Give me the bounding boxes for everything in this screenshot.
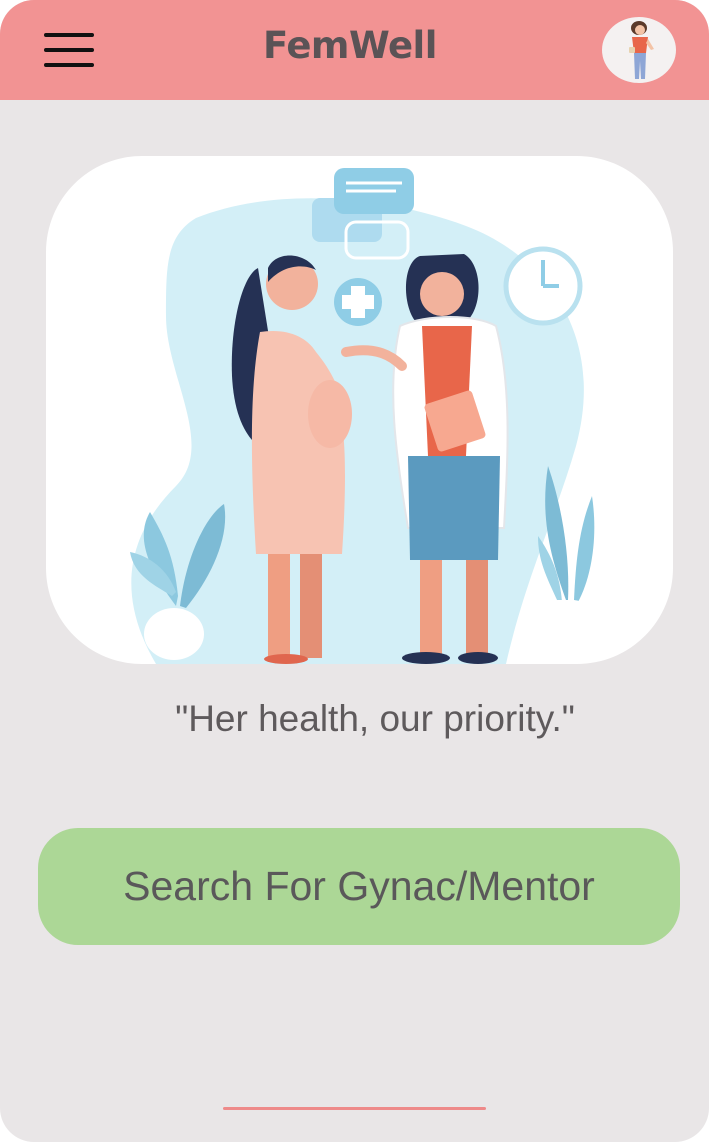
hamburger-menu-icon[interactable] bbox=[44, 30, 96, 70]
tagline-text: "Her health, our priority." bbox=[175, 698, 575, 739]
hero-illustration bbox=[46, 156, 673, 664]
home-indicator[interactable] bbox=[223, 1107, 486, 1110]
top-app-bar: FemWell bbox=[0, 0, 709, 100]
app-title: FemWell bbox=[263, 24, 437, 67]
app-screen: FemWell "Her health, our priority." Sear… bbox=[0, 0, 709, 1142]
search-gynac-mentor-button[interactable]: Search For Gynac/Mentor bbox=[38, 828, 680, 945]
user-avatar-icon[interactable] bbox=[602, 17, 676, 83]
